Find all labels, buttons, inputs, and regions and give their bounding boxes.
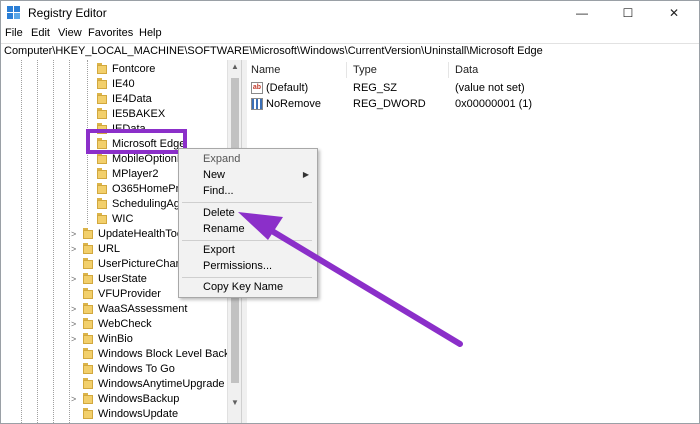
expand-chevron-icon[interactable]: > (71, 227, 76, 242)
submenu-arrow-icon: ▶ (302, 170, 309, 179)
folder-icon (83, 393, 93, 404)
menu-separator (182, 277, 312, 278)
binary-value-icon (251, 98, 263, 110)
expand-chevron-icon[interactable]: > (71, 332, 76, 347)
folder-icon (83, 303, 93, 314)
context-menu-find[interactable]: Find... (203, 184, 234, 199)
context-menu-expand[interactable]: Expand (203, 152, 240, 167)
menu-help[interactable]: Help (139, 27, 162, 39)
close-button[interactable]: ✕ (651, 1, 697, 25)
scroll-up-arrow-icon[interactable]: ▲ (228, 60, 241, 74)
tree-guide-line (69, 60, 70, 423)
registry-editor-window: Registry Editor — ☐ ✕ File Edit View Fav… (0, 0, 700, 424)
folder-icon (97, 183, 107, 194)
expand-chevron-icon[interactable]: > (71, 242, 76, 257)
value-row[interactable]: NoRemove REG_DWORD 0x00000001 (1) (247, 97, 699, 112)
annotation-highlight-box (86, 129, 187, 154)
expand-chevron-icon[interactable]: > (71, 392, 76, 407)
expand-chevron-icon[interactable]: > (71, 272, 76, 287)
maximize-button[interactable]: ☐ (605, 1, 651, 25)
column-header-data[interactable]: Data (455, 64, 478, 76)
folder-icon (83, 348, 93, 359)
expand-chevron-icon[interactable]: > (71, 317, 76, 332)
column-header-type[interactable]: Type (353, 64, 377, 76)
folder-icon (83, 273, 93, 284)
menu-view[interactable]: View (58, 27, 82, 39)
context-menu-new[interactable]: New (203, 168, 225, 183)
folder-icon (83, 243, 93, 254)
menu-separator (182, 202, 312, 203)
context-menu-export[interactable]: Export (203, 243, 235, 258)
folder-icon (97, 63, 107, 74)
column-header-name[interactable]: Name (251, 64, 280, 76)
folder-icon (83, 333, 93, 344)
folder-icon (97, 198, 107, 209)
context-menu-permissions[interactable]: Permissions... (203, 259, 272, 274)
folder-icon (83, 228, 93, 239)
window-title: Registry Editor (28, 6, 107, 20)
folder-icon (83, 258, 93, 269)
context-menu: Expand New ▶ Find... Delete Rename Expor… (178, 148, 318, 298)
menu-edit[interactable]: Edit (31, 27, 50, 39)
title-bar: Registry Editor — ☐ ✕ (1, 1, 699, 25)
folder-icon (97, 93, 107, 104)
value-row[interactable]: ab (Default) REG_SZ (value not set) (247, 81, 699, 96)
expand-chevron-icon[interactable]: > (71, 302, 76, 317)
tree-guide-line (37, 60, 38, 423)
folder-icon (97, 78, 107, 89)
context-menu-delete[interactable]: Delete (203, 206, 235, 221)
string-value-icon: ab (251, 82, 263, 94)
folder-icon (97, 108, 107, 119)
context-menu-copy-key-name[interactable]: Copy Key Name (203, 280, 283, 295)
context-menu-rename[interactable]: Rename (203, 222, 245, 237)
folder-icon (97, 153, 107, 164)
folder-icon (97, 168, 107, 179)
tree-guide-line (53, 60, 54, 423)
column-divider[interactable] (346, 62, 347, 78)
folder-icon (83, 378, 93, 389)
column-divider[interactable] (448, 62, 449, 78)
folder-icon (83, 363, 93, 374)
menu-file[interactable]: File (5, 27, 23, 39)
registry-editor-icon (7, 6, 20, 19)
folder-icon (83, 318, 93, 329)
address-bar[interactable]: Computer\HKEY_LOCAL_MACHINE\SOFTWARE\Mic… (1, 43, 699, 61)
scroll-down-arrow-icon[interactable]: ▼ (228, 396, 241, 410)
folder-icon (83, 408, 93, 419)
menu-bar: File Edit View Favorites Help (1, 25, 699, 43)
menu-separator (182, 240, 312, 241)
tree-guide-line (21, 60, 22, 423)
minimize-button[interactable]: — (559, 1, 605, 25)
menu-favorites[interactable]: Favorites (88, 27, 133, 39)
folder-icon (83, 288, 93, 299)
address-path: Computer\HKEY_LOCAL_MACHINE\SOFTWARE\Mic… (4, 45, 543, 57)
folder-icon (97, 213, 107, 224)
